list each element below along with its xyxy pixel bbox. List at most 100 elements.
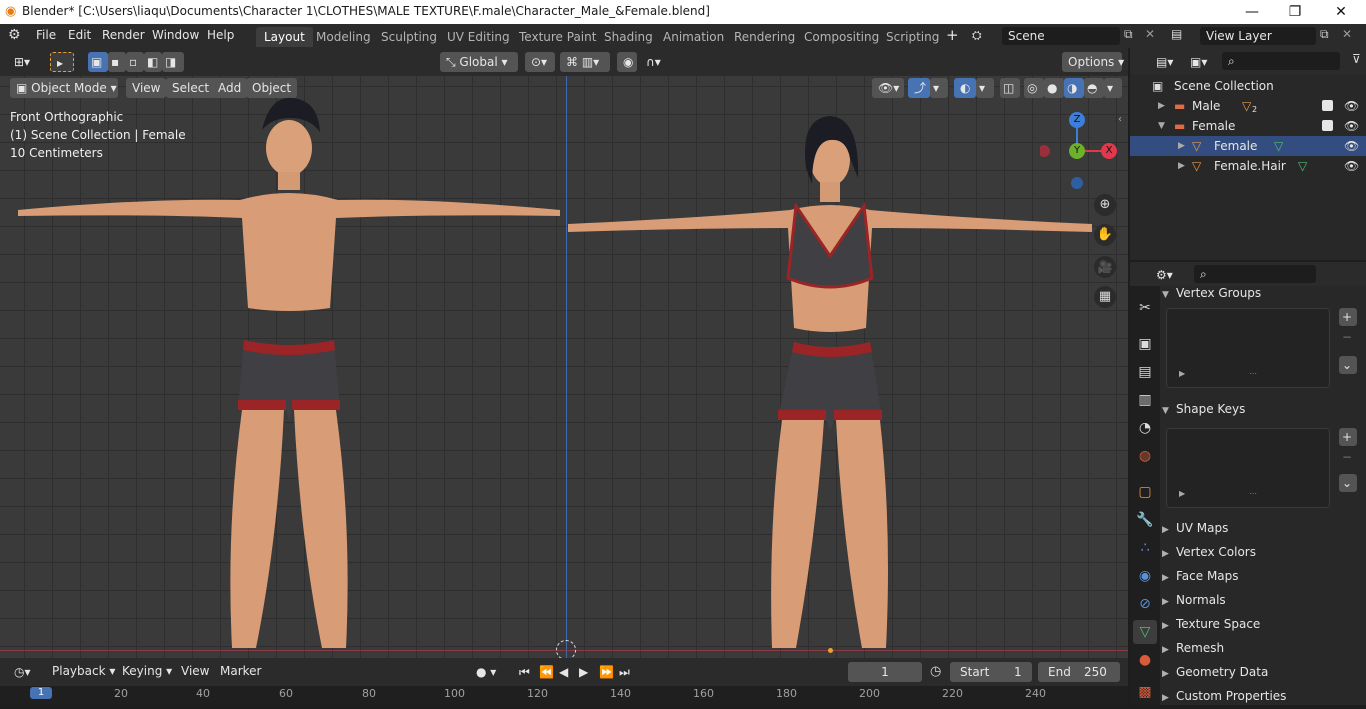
proportional-falloff-icon[interactable]: ∩▾ xyxy=(640,52,670,72)
view-layer-tab-icon[interactable]: ▥ xyxy=(1133,388,1157,412)
timeline-menu-keying[interactable]: Keying ▾ xyxy=(122,664,172,678)
tab-animation[interactable]: Animation xyxy=(655,27,732,47)
visibility-eye-icon[interactable]: 👁 xyxy=(1344,156,1359,176)
panel-shape-keys[interactable]: ▼ Shape Keys xyxy=(1162,398,1366,420)
expand-arrow-icon[interactable]: ▶ xyxy=(1178,156,1185,176)
navigation-gizmo[interactable]: Z Y X xyxy=(1038,110,1120,200)
panel-remesh[interactable]: ▶ Remesh xyxy=(1162,637,1366,659)
current-frame-field[interactable]: 1 xyxy=(848,662,922,682)
mesh-data-tab-icon[interactable]: ▽ xyxy=(1133,620,1157,644)
gizmo-y-icon[interactable]: Y xyxy=(1069,143,1085,159)
jump-end-icon[interactable]: ⏭ xyxy=(616,662,636,682)
zoom-icon[interactable]: ⊕ xyxy=(1094,194,1116,216)
particles-tab-icon[interactable]: ∴ xyxy=(1133,536,1157,560)
panel-uv-maps[interactable]: ▶ UV Maps xyxy=(1162,517,1366,539)
tab-shading[interactable]: Shading xyxy=(596,27,661,47)
panel-custom-properties[interactable]: ▶ Custom Properties xyxy=(1162,685,1366,707)
expand-arrow-icon[interactable]: ▶ xyxy=(1158,96,1165,116)
filter-icon[interactable]: ⊽ xyxy=(1352,52,1361,66)
scene-name-field[interactable]: Scene xyxy=(1002,27,1120,45)
outliner-row-male[interactable]: ▶ ▬ Male ▽ 2 👁 xyxy=(1130,96,1366,116)
menu-edit[interactable]: Edit xyxy=(68,28,91,42)
modifier-tab-icon[interactable]: 🔧 xyxy=(1133,508,1157,532)
shape-key-specials-button[interactable]: ⌄ xyxy=(1339,474,1357,492)
tab-rendering[interactable]: Rendering xyxy=(726,27,803,47)
exclude-checkbox[interactable] xyxy=(1322,120,1333,131)
render-tab-icon[interactable]: ▣ xyxy=(1133,332,1157,356)
select-intersect-mode-icon[interactable]: ◨ xyxy=(162,52,184,72)
select-subtract-mode-icon[interactable]: ▫ xyxy=(126,52,144,72)
transform-orientation-dropdown[interactable]: ⤡ Global ▾ xyxy=(440,52,518,72)
panel-face-maps[interactable]: ▶ Face Maps xyxy=(1162,565,1366,587)
start-frame-field[interactable]: Start 1 xyxy=(950,662,1032,682)
list-expand-icon[interactable]: ▶ xyxy=(1179,369,1185,378)
editor-type-button[interactable]: ⊞▾ xyxy=(8,52,40,72)
outliner-editor-type-icon[interactable]: ▤▾ xyxy=(1150,52,1180,72)
remove-vertex-group-button[interactable]: − xyxy=(1342,330,1352,344)
select-invert-mode-icon[interactable]: ◧ xyxy=(144,52,162,72)
timeline-ruler[interactable]: 1 20 40 60 80 100 120 140 160 180 200 22… xyxy=(0,686,1128,705)
panel-vertex-groups[interactable]: ▼ Vertex Groups xyxy=(1162,282,1366,304)
remove-scene-icon[interactable]: ✕ xyxy=(1145,27,1155,41)
world-tab-icon[interactable]: ◍ xyxy=(1133,444,1157,468)
outliner-search-input[interactable]: ⌕ xyxy=(1222,52,1340,70)
display-mode-icon[interactable]: ▣▾ xyxy=(1184,52,1216,72)
menu-file[interactable]: File xyxy=(36,28,56,42)
outliner-row-female-collection[interactable]: ▼ ▬ Female 👁 xyxy=(1130,116,1366,136)
timeline-editor-type-icon[interactable]: ◷▾ xyxy=(8,662,40,682)
collapse-arrow-icon[interactable]: ▼ xyxy=(1158,116,1165,136)
jump-keyframe-back-icon[interactable]: ⏪ xyxy=(536,662,556,682)
visibility-eye-icon[interactable]: 👁 xyxy=(1344,116,1359,136)
timeline-menu-marker[interactable]: Marker xyxy=(220,664,261,678)
add-workspace-button[interactable]: + xyxy=(946,26,959,44)
stopwatch-icon[interactable]: ◷ xyxy=(930,664,941,679)
panel-geometry-data[interactable]: ▶ Geometry Data xyxy=(1162,661,1366,683)
tab-modeling[interactable]: Modeling xyxy=(308,27,379,47)
tab-sculpting[interactable]: Sculpting xyxy=(373,27,445,47)
exclude-checkbox[interactable] xyxy=(1322,100,1333,111)
menu-help[interactable]: Help xyxy=(207,28,234,42)
new-view-layer-icon[interactable]: ⧉ xyxy=(1320,27,1329,42)
new-scene-icon[interactable]: ⧉ xyxy=(1124,27,1133,42)
visibility-eye-icon[interactable]: 👁 xyxy=(1344,136,1359,156)
outliner-row-female-object[interactable]: ▶ ▽ Female ▽ 👁 xyxy=(1130,136,1366,156)
list-resize-handle[interactable]: ⋯ xyxy=(1249,369,1257,378)
gizmo-x-icon[interactable]: X xyxy=(1101,143,1117,159)
remove-shape-key-button[interactable]: − xyxy=(1342,450,1352,464)
jump-keyframe-forward-icon[interactable]: ⏩ xyxy=(596,662,616,682)
scene-selector-icon[interactable]: ⛭ xyxy=(972,28,982,43)
timeline-menu-view[interactable]: View xyxy=(181,664,209,678)
maximize-button[interactable]: ❐ xyxy=(1280,2,1310,22)
proportional-edit-icon[interactable]: ◉ xyxy=(617,52,637,72)
jump-start-icon[interactable]: ⏮ xyxy=(516,662,536,682)
object-tab-icon[interactable]: ▢ xyxy=(1133,480,1157,504)
playhead-frame-indicator[interactable]: 1 xyxy=(30,687,52,699)
play-icon[interactable]: ▶ xyxy=(576,662,596,682)
blender-menu-icon[interactable]: ⚙ xyxy=(8,27,21,43)
play-reverse-icon[interactable]: ◀ xyxy=(556,662,576,682)
view-layer-field[interactable]: View Layer xyxy=(1200,27,1316,45)
panel-vertex-colors[interactable]: ▶ Vertex Colors xyxy=(1162,541,1366,563)
menu-render[interactable]: Render xyxy=(102,28,145,42)
shape-keys-list[interactable]: ▶ ⋯ xyxy=(1166,428,1330,508)
view-layer-icon[interactable]: ▤ xyxy=(1171,27,1182,41)
sidebar-toggle-icon[interactable]: ‹ xyxy=(1118,114,1122,125)
outliner-row-scene-collection[interactable]: ▣ Scene Collection xyxy=(1130,76,1366,96)
output-tab-icon[interactable]: ▤ xyxy=(1133,360,1157,384)
add-vertex-group-button[interactable]: + xyxy=(1339,308,1357,326)
vertex-groups-list[interactable]: ▶ ⋯ xyxy=(1166,308,1330,388)
tab-uv-editing[interactable]: UV Editing xyxy=(439,27,518,47)
scene-tab-icon[interactable]: ◔ xyxy=(1133,416,1157,440)
menu-window[interactable]: Window xyxy=(152,28,199,42)
expand-arrow-icon[interactable]: ▶ xyxy=(1178,136,1185,156)
select-extend-mode-icon[interactable]: ▪ xyxy=(108,52,126,72)
physics-tab-icon[interactable]: ◉ xyxy=(1133,564,1157,588)
close-button[interactable]: ✕ xyxy=(1326,2,1356,22)
material-tab-icon[interactable]: ● xyxy=(1133,648,1157,672)
tab-texture-paint[interactable]: Texture Paint xyxy=(511,27,604,47)
auto-keying-toggle[interactable]: ● ▾ xyxy=(470,662,508,682)
add-shape-key-button[interactable]: + xyxy=(1339,428,1357,446)
tool-tab-icon[interactable]: ✂ xyxy=(1133,296,1157,320)
texture-tab-icon[interactable]: ▩ xyxy=(1133,680,1157,704)
tab-compositing[interactable]: Compositing xyxy=(796,27,887,47)
